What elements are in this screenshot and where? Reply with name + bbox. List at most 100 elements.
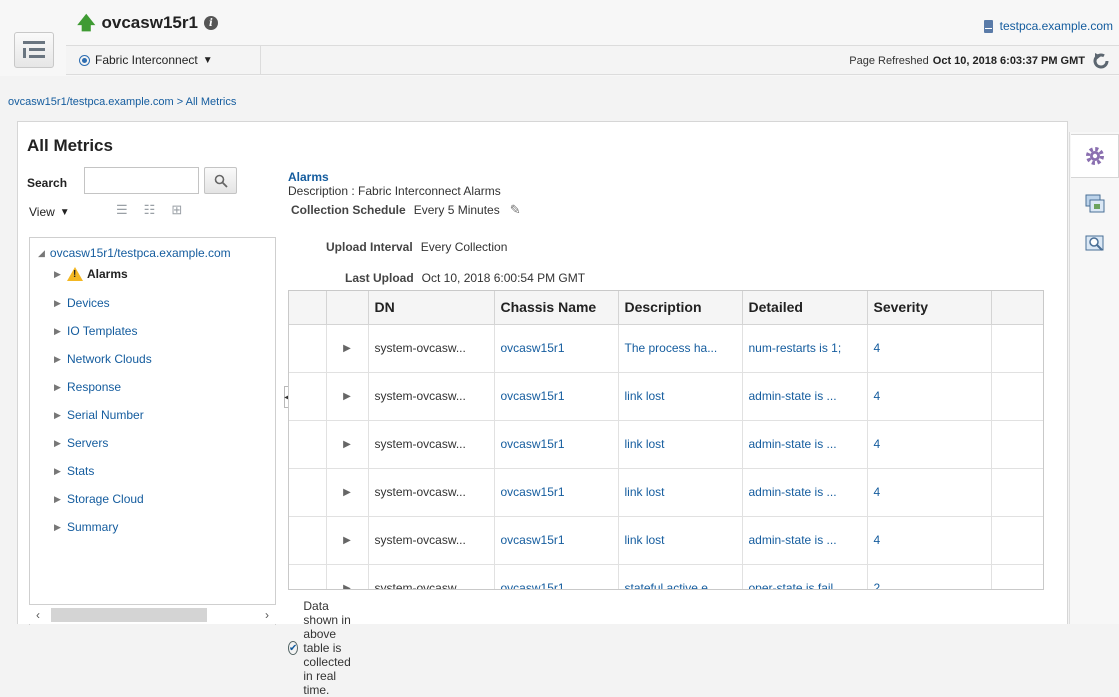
collapsed-triangle-icon[interactable]: ▶ <box>54 298 63 309</box>
cell-chassis-name[interactable]: ovcasw15r1 <box>494 324 619 373</box>
column-header-detailed[interactable]: Detailed <box>742 291 868 325</box>
column-header-dn[interactable]: DN <box>368 291 495 325</box>
row-filler <box>991 324 1043 373</box>
collapsed-triangle-icon[interactable]: ▶ <box>54 354 63 365</box>
tree-item-summary[interactable]: ▶ Summary <box>54 520 118 534</box>
host-link-label[interactable]: testpca.example.com <box>1000 19 1113 33</box>
collapsed-triangle-icon[interactable]: ▶ <box>54 410 63 421</box>
cell-severity[interactable]: 4 <box>867 372 992 421</box>
target-type-menu[interactable]: Fabric Interconnect ▼ <box>66 46 261 74</box>
cell-severity[interactable]: 4 <box>867 324 992 373</box>
expand-row-icon[interactable]: ▶ <box>326 516 369 565</box>
tree-item-devices[interactable]: ▶ Devices <box>54 296 110 310</box>
expand-all-icon[interactable]: ☰ <box>116 202 128 218</box>
metric-title: Alarms <box>288 170 329 184</box>
cell-dn: system-ovcasw... <box>368 468 495 517</box>
cell-description[interactable]: link lost <box>618 516 743 565</box>
cell-severity[interactable]: 4 <box>867 420 992 469</box>
refresh-time: Oct 10, 2018 6:03:37 PM GMT <box>932 55 1085 67</box>
tree-horizontal-scrollbar[interactable]: ‹ › <box>29 604 276 624</box>
tree-root[interactable]: ◢ ovcasw15r1/testpca.example.com <box>38 246 231 260</box>
tree-item-label: Stats <box>67 464 95 478</box>
row-selector <box>289 516 327 565</box>
cell-detailed[interactable]: num-restarts is 1; <box>742 324 868 373</box>
column-header-description[interactable]: Description <box>618 291 743 325</box>
cell-chassis-name[interactable]: ovcasw15r1 <box>494 564 619 589</box>
cell-severity[interactable]: 4 <box>867 516 992 565</box>
tree-item-response[interactable]: ▶ Response <box>54 380 121 394</box>
cell-description[interactable]: link lost <box>618 372 743 421</box>
inspect-button[interactable] <box>1071 222 1119 266</box>
tree-item-network-clouds[interactable]: ▶ Network Clouds <box>54 352 152 366</box>
scrollbar-thumb[interactable] <box>51 607 207 622</box>
cell-severity[interactable]: 4 <box>867 468 992 517</box>
table-row[interactable]: ▶ system-ovcasw... ovcasw15r1 link lost … <box>289 516 1043 565</box>
search-input[interactable] <box>84 167 199 194</box>
main-panel: All Metrics Search View ▼ ☰ ☷ ⊞ ◢ ovcasw… <box>17 121 1068 697</box>
table-row[interactable]: ▶ system-ovcasw... ovcasw15r1 link lost … <box>289 468 1043 517</box>
cell-description[interactable]: stateful active e... <box>618 564 743 589</box>
cell-detailed[interactable]: oper-state is fail... <box>742 564 868 589</box>
cell-chassis-name[interactable]: ovcasw15r1 <box>494 420 619 469</box>
tree-item-storage-cloud[interactable]: ▶ Storage Cloud <box>54 492 144 506</box>
view-menu[interactable]: View ▼ <box>29 205 70 219</box>
cell-chassis-name[interactable]: ovcasw15r1 <box>494 468 619 517</box>
hierarchy-icon[interactable]: ⊞ <box>171 202 182 218</box>
collapsed-triangle-icon[interactable]: ▶ <box>54 326 63 337</box>
collapsed-triangle-icon[interactable]: ▶ <box>54 494 63 505</box>
refresh-icon[interactable] <box>1089 50 1113 72</box>
expand-row-icon[interactable]: ▶ <box>326 324 369 373</box>
table-row[interactable]: ▶ system-ovcasw... ovcasw15r1 link lost … <box>289 372 1043 421</box>
cell-description[interactable]: The process ha... <box>618 324 743 373</box>
cell-detailed[interactable]: admin-state is ... <box>742 516 868 565</box>
tree-item-servers[interactable]: ▶ Servers <box>54 436 108 450</box>
collapsed-triangle-icon[interactable]: ▶ <box>54 269 63 280</box>
tree-item-label: Response <box>67 380 122 394</box>
row-filler <box>991 420 1043 469</box>
table-header-blank <box>289 291 327 325</box>
cell-detailed[interactable]: admin-state is ... <box>742 420 868 469</box>
last-upload-label: Last Upload <box>345 271 414 285</box>
tree-item-serial-number[interactable]: ▶ Serial Number <box>54 408 144 422</box>
scroll-left-icon[interactable]: ‹ <box>29 608 47 622</box>
host-link[interactable]: testpca.example.com <box>983 19 1113 33</box>
navigation-toggle-button[interactable] <box>14 32 54 68</box>
cell-description[interactable]: link lost <box>618 420 743 469</box>
table-row[interactable]: ▶ system-ovcasw... ovcasw15r1 link lost … <box>289 420 1043 469</box>
settings-button[interactable] <box>1071 134 1119 178</box>
collapsed-triangle-icon[interactable]: ▶ <box>54 382 63 393</box>
collapse-all-icon[interactable]: ☷ <box>144 202 156 218</box>
search-button[interactable] <box>204 167 237 194</box>
expand-row-icon[interactable]: ▶ <box>326 420 369 469</box>
table-row[interactable]: ▶ system-ovcasw... ovcasw15r1 The proces… <box>289 324 1043 373</box>
cell-chassis-name[interactable]: ovcasw15r1 <box>494 516 619 565</box>
server-icon <box>983 19 993 33</box>
breadcrumb-text[interactable]: ovcasw15r1/testpca.example.com > All Met… <box>8 96 236 108</box>
realtime-note: ✔ Data shown in above table is collected… <box>288 599 354 697</box>
tree-item-stats[interactable]: ▶ Stats <box>54 464 94 478</box>
cell-severity[interactable]: 2 <box>867 564 992 589</box>
table-row[interactable]: ▶ system-ovcasw... ovcasw15r1 stateful a… <box>289 564 1043 589</box>
column-header-chassis-name[interactable]: Chassis Name <box>494 291 619 325</box>
cell-chassis-name[interactable]: ovcasw15r1 <box>494 372 619 421</box>
cell-detailed[interactable]: admin-state is ... <box>742 372 868 421</box>
tree-item-io-templates[interactable]: ▶ IO Templates <box>54 324 137 338</box>
tree-item-alarms[interactable]: ▶ Alarms <box>54 267 128 281</box>
expand-row-icon[interactable]: ▶ <box>326 564 369 589</box>
screenshots-button[interactable] <box>1071 182 1119 226</box>
cell-description[interactable]: link lost <box>618 468 743 517</box>
view-menu-label: View <box>29 205 55 219</box>
expand-row-icon[interactable]: ▶ <box>326 468 369 517</box>
info-icon[interactable]: i <box>203 16 218 30</box>
expanded-triangle-icon[interactable]: ◢ <box>38 248 45 259</box>
collapsed-triangle-icon[interactable]: ▶ <box>54 438 63 449</box>
target-subbar: Fabric Interconnect ▼ Page Refreshed Oct… <box>66 45 1119 75</box>
collapsed-triangle-icon[interactable]: ▶ <box>54 466 63 477</box>
tree-item-label: Servers <box>67 436 109 450</box>
scroll-right-icon[interactable]: › <box>258 608 276 622</box>
cell-detailed[interactable]: admin-state is ... <box>742 468 868 517</box>
pencil-icon[interactable]: ✎ <box>510 202 521 218</box>
column-header-severity[interactable]: Severity <box>867 291 992 325</box>
collapsed-triangle-icon[interactable]: ▶ <box>54 522 63 533</box>
expand-row-icon[interactable]: ▶ <box>326 372 369 421</box>
